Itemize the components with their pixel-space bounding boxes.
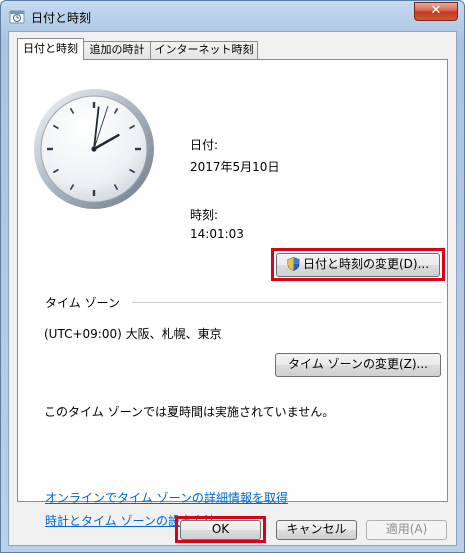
tab-panel-date-time: 日付: 2017年5月10日 時刻: 14:01:03 日付と時刻の変更(D).… xyxy=(17,59,448,528)
apply-button[interactable]: 適用(A) xyxy=(366,520,447,540)
current-timezone: (UTC+09:00) 大阪、札幌、東京 xyxy=(44,327,222,341)
close-button[interactable]: ✕ xyxy=(414,2,458,21)
timezone-separator xyxy=(132,302,441,303)
dialog-client-area: 日付と時刻 追加の時計 インターネット時刻 日付: 2017年5月10日 時刻:… xyxy=(8,31,457,546)
tab-date-time[interactable]: 日付と時刻 xyxy=(17,38,84,60)
close-icon: ✕ xyxy=(430,3,442,18)
dialog-window: 日付と時刻 ✕ 日付と時刻 追加の時計 インターネット時刻 日付: 2017年5… xyxy=(0,0,465,553)
change-date-time-button[interactable]: 日付と時刻の変更(D)... xyxy=(276,253,440,277)
cancel-button[interactable]: キャンセル xyxy=(276,520,357,540)
tab-internet-time[interactable]: インターネット時刻 xyxy=(150,41,258,59)
change-timezone-button[interactable]: タイム ゾーンの変更(Z)... xyxy=(275,353,441,377)
time-label: 時刻: xyxy=(190,208,219,222)
window-title: 日付と時刻 xyxy=(31,11,92,25)
date-value: 2017年5月10日 xyxy=(190,160,280,174)
time-value: 14:01:03 xyxy=(190,227,244,241)
app-icon xyxy=(9,10,25,24)
change-date-time-label: 日付と時刻の変更(D)... xyxy=(302,257,430,271)
analog-clock xyxy=(34,89,154,209)
date-label: 日付: xyxy=(190,138,219,152)
tab-additional-clocks[interactable]: 追加の時計 xyxy=(83,41,151,59)
dst-note: このタイム ゾーンでは夏時間は実施されていません。 xyxy=(44,405,335,419)
ok-button[interactable]: OK xyxy=(180,520,261,540)
timezone-heading: タイム ゾーン xyxy=(45,296,120,310)
titlebar[interactable]: 日付と時刻 ✕ xyxy=(1,1,464,31)
uac-shield-icon xyxy=(287,257,300,271)
link-online-timezone-info[interactable]: オンラインでタイム ゾーンの詳細情報を取得 xyxy=(45,489,288,506)
